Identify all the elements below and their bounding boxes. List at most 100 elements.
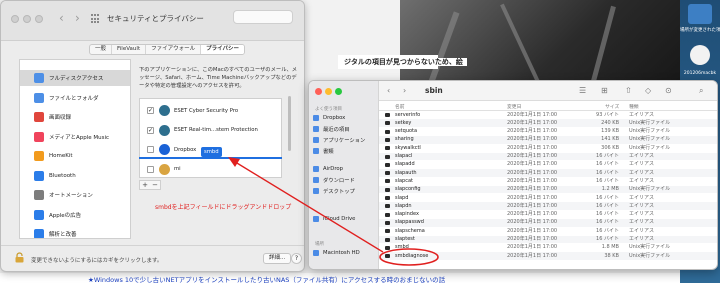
file-row[interactable]: slapauth 2020年1月1日 17:00 16 バイト エイリアス xyxy=(379,169,717,177)
remove-button[interactable]: − xyxy=(150,181,160,189)
drive-icon[interactable] xyxy=(688,4,712,24)
sidebar-item[interactable]: 画面収録 xyxy=(20,109,130,125)
file-name: slapschema xyxy=(395,227,425,234)
minimize-button[interactable] xyxy=(23,15,31,23)
footer-link[interactable]: ★Windows 10で少し古いNETアプリをインストールしたり古いNAS（ファ… xyxy=(88,274,445,283)
file-row[interactable]: smbd 2020年1月1日 17:00 1.8 MB Unix実行ファイル xyxy=(379,244,717,252)
tag-icon[interactable]: ◇ xyxy=(645,86,651,95)
finder-sidebar-label: Dropbox xyxy=(323,115,346,121)
sidebar-item-label: 画面収録 xyxy=(49,115,72,121)
file-name: slapadd xyxy=(395,161,415,168)
app-checkbox[interactable]: ✓ xyxy=(147,107,154,114)
file-row[interactable]: slapdn 2020年1月1日 17:00 16 バイト エイリアス xyxy=(379,202,717,210)
file-row[interactable]: smbdiagnose 2020年1月1日 17:00 38 KB Unix実行ファイ… xyxy=(379,252,717,260)
column-kind[interactable]: 種類 xyxy=(629,103,639,110)
file-row[interactable]: slapadd 2020年1月1日 17:00 16 バイト エイリアス xyxy=(379,161,717,169)
finder-sidebar-item[interactable]: ダウンロード xyxy=(313,175,377,185)
file-kind: エイリアス xyxy=(629,211,655,218)
file-date: 2020年1月1日 17:00 xyxy=(507,227,558,234)
file-row[interactable]: setkey 2020年1月1日 17:00 240 KB Unix実行ファイル xyxy=(379,119,717,127)
sidebar-item[interactable]: フルディスクアクセス xyxy=(20,70,130,86)
finder-sidebar-item[interactable]: 最近の項目 xyxy=(313,124,377,134)
finder-sidebar-item[interactable]: Macintosh HD xyxy=(313,248,377,258)
tab-firewall[interactable]: ファイアウォール xyxy=(146,45,202,54)
lock-icon[interactable] xyxy=(15,252,24,263)
tab-general[interactable]: 一般 xyxy=(90,45,113,54)
gear-icon xyxy=(34,190,44,200)
file-row[interactable]: slapcat 2020年1月1日 17:00 16 バイト エイリアス xyxy=(379,177,717,185)
finder-sidebar-item[interactable]: iCloud Drive xyxy=(313,214,377,224)
sidebar-item[interactable]: Bluetooth xyxy=(20,168,130,184)
file-row[interactable]: slaptest 2020年1月1日 17:00 16 バイト エイリアス xyxy=(379,235,717,244)
close-button[interactable] xyxy=(315,88,322,95)
column-date[interactable]: 変更日 xyxy=(507,103,521,110)
sidebar-item[interactable]: オートメーション xyxy=(20,187,130,203)
grid-view-icon[interactable]: ⊞ xyxy=(601,86,608,95)
finder-sidebar-label: 最近の項目 xyxy=(323,127,350,133)
file-row[interactable]: slapconfig 2020年1月1日 17:00 1.2 MB Unix実行ファイ… xyxy=(379,185,717,194)
sidebar-item-label: オートメーション xyxy=(49,193,93,199)
executable-file-icon xyxy=(385,187,390,192)
clock-icon[interactable] xyxy=(690,45,710,65)
help-button[interactable]: ? xyxy=(291,253,302,264)
file-row[interactable]: slapschema 2020年1月1日 17:00 16 バイト エイリアス xyxy=(379,227,717,235)
column-name[interactable]: 名前 xyxy=(395,103,405,110)
back-chevron-icon[interactable]: ‹ xyxy=(59,11,64,25)
share-icon[interactable]: ⇧ xyxy=(625,86,632,95)
file-row[interactable]: sharing 2020年1月1日 17:00 141 KB Unix実行ファイル xyxy=(379,135,717,144)
minimize-button[interactable] xyxy=(325,88,332,95)
file-row[interactable]: skywalkctl 2020年1月1日 17:00 306 KB Unix実行ファイ… xyxy=(379,144,717,152)
tab-filevault[interactable]: FileVault xyxy=(112,45,147,54)
add-button[interactable]: + xyxy=(140,181,150,189)
forward-chevron-icon[interactable]: › xyxy=(403,86,406,95)
sidebar-item[interactable]: メディアとApple Music xyxy=(20,129,130,145)
close-button[interactable] xyxy=(11,15,19,23)
file-row[interactable]: slappasswd 2020年1月1日 17:00 16 バイト エイリアス xyxy=(379,218,717,227)
search-icon[interactable]: ⌕ xyxy=(699,86,703,96)
file-row[interactable]: serverinfo 2020年1月1日 17:00 93 バイト エイリアス xyxy=(379,111,717,119)
column-size[interactable]: サイズ xyxy=(605,103,619,110)
file-size: 16 バイト xyxy=(596,202,619,209)
folder-title: sbin xyxy=(425,86,443,95)
finder-sidebar-item[interactable]: デスクトップ xyxy=(313,186,377,196)
sidebar-item-icon xyxy=(313,115,319,121)
finder-sidebar-item[interactable]: 書類 xyxy=(313,146,377,156)
finder-window: よく使う項目 場所 Dropbox 最近の項目 アプリケーション 書類 AirDrop ダウン… xyxy=(308,80,718,270)
app-checkbox[interactable] xyxy=(147,165,154,173)
tab-privacy[interactable]: プライバシー xyxy=(201,45,245,54)
eset-icon xyxy=(159,105,170,116)
sidebar-item[interactable]: Appleの広告 xyxy=(20,207,130,223)
zoom-button[interactable] xyxy=(335,88,342,95)
finder-sidebar-item[interactable]: アプリケーション xyxy=(313,135,377,145)
sidebar-item[interactable]: HomeKit xyxy=(20,148,130,164)
finder-sidebar-label: アプリケーション xyxy=(323,138,366,144)
file-date: 2020年1月1日 17:00 xyxy=(507,177,558,184)
home-icon xyxy=(34,151,44,161)
file-kind: エイリアス xyxy=(629,236,655,242)
scrollbar[interactable] xyxy=(288,96,291,151)
sidebar-item[interactable]: 解析と改善 xyxy=(20,226,130,238)
forward-chevron-icon[interactable]: › xyxy=(75,11,80,25)
sidebar-item[interactable]: ファイルとフォルダ xyxy=(20,90,130,106)
search-input[interactable] xyxy=(233,10,293,24)
file-row[interactable]: slapindex 2020年1月1日 17:00 16 バイト エイリアス xyxy=(379,211,717,219)
file-row[interactable]: slapacl 2020年1月1日 17:00 16 バイト エイリアス xyxy=(379,152,717,161)
more-actions-icon[interactable]: ⊙ xyxy=(665,86,672,95)
title-bar: ‹ › セキュリティとプライバシー xyxy=(1,1,304,41)
finder-sidebar-item[interactable]: AirDrop xyxy=(313,164,377,174)
executable-file-icon xyxy=(385,196,390,200)
back-chevron-icon[interactable]: ‹ xyxy=(387,86,390,95)
file-size: 16 バイト xyxy=(596,227,619,234)
zoom-button[interactable] xyxy=(35,15,43,23)
file-row[interactable]: setquota 2020年1月1日 17:00 139 KB Unix実行ファイル xyxy=(379,128,717,136)
bottom-bar: 変更できないようにするにはカギをクリックします。 詳細... ? xyxy=(1,245,304,271)
show-all-grid-icon[interactable] xyxy=(91,14,101,24)
details-button[interactable]: 詳細... xyxy=(263,253,292,264)
list-view-icon[interactable]: ☰ xyxy=(579,86,586,95)
finder-sidebar-item[interactable]: Dropbox xyxy=(313,113,377,123)
file-name: slapconfig xyxy=(395,186,421,193)
file-kind: Unix実行ファイル xyxy=(629,136,671,143)
file-row[interactable]: slapd 2020年1月1日 17:00 16 バイト エイリアス xyxy=(379,194,717,202)
app-checkbox[interactable]: ✓ xyxy=(147,126,154,134)
app-checkbox[interactable] xyxy=(147,146,154,153)
